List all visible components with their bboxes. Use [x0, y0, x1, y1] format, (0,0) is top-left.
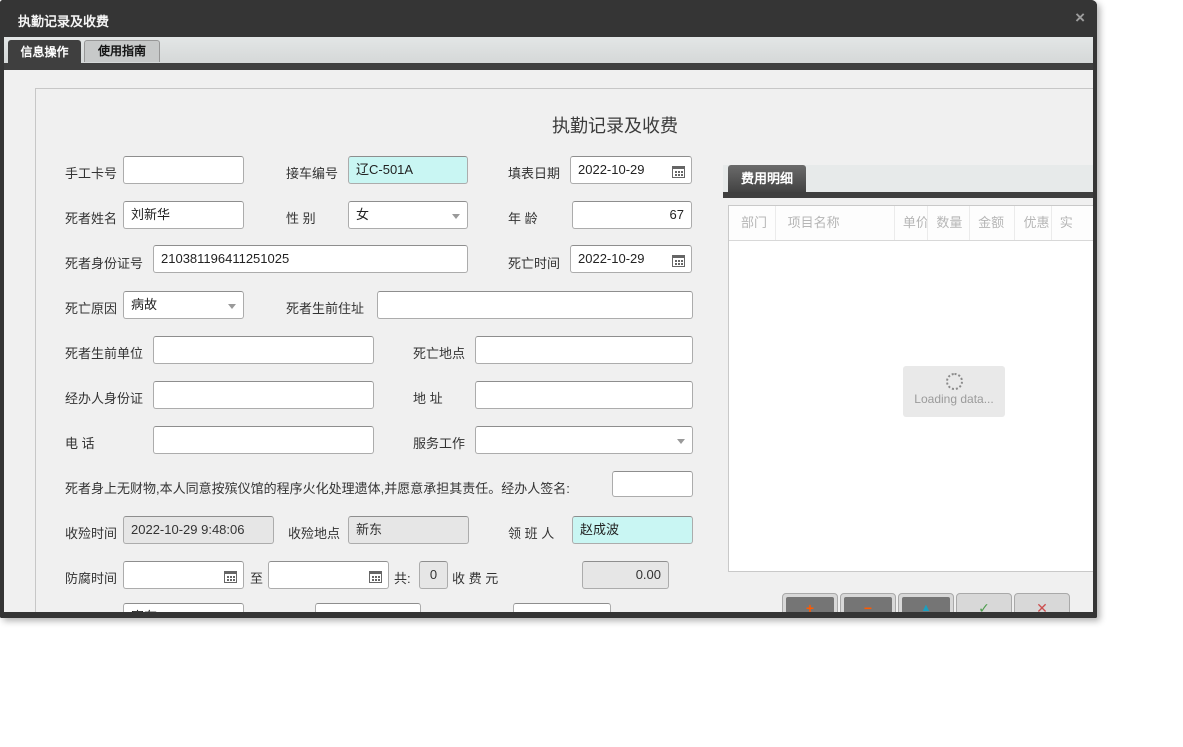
tab-user-guide[interactable]: 使用指南 [84, 40, 160, 62]
fee-tab-underline-bar [723, 192, 1093, 198]
fee-col-unit-price: 单价 [895, 206, 929, 240]
tab-underline-bar [4, 63, 1093, 70]
embalm-from-input[interactable] [123, 561, 244, 589]
id-number-input[interactable]: 210381196411251025 [153, 245, 468, 273]
pickup-no-label: 接车编号 [286, 166, 339, 181]
deceased-name-input[interactable]: 刘新华 [123, 201, 244, 229]
calendar-icon[interactable] [368, 567, 385, 584]
collect-place-input: 新东 [348, 516, 469, 544]
pickup-no-input[interactable]: 辽C-501A [348, 156, 468, 184]
death-cause-value: 病故 [131, 297, 158, 312]
gender-label: 性 别 [286, 211, 316, 226]
id-number-label: 死者身份证号 [65, 256, 144, 271]
agent-id-input[interactable] [153, 381, 374, 409]
loading-spinner-icon [945, 373, 963, 390]
window-left-edge [0, 0, 4, 618]
home-address-input[interactable] [377, 291, 693, 319]
loading-text: Loading data... [914, 392, 994, 406]
form-title: 执勤记录及收费 [552, 116, 678, 136]
fee-table-header: 部门 项目名称 单价 数量 金额 优惠 实 [729, 206, 1097, 241]
address-label: 地 址 [413, 391, 443, 406]
age-input[interactable]: 67 [572, 201, 692, 229]
window-titlebar[interactable]: 执勤记录及收费 × [0, 0, 1097, 37]
agreement-text: 死者身上无财物,本人同意按殡仪馆的程序火化处理遗体,并愿意承担其责任。经办人签名… [65, 481, 570, 496]
tab-info-operation[interactable]: 信息操作 [8, 40, 81, 70]
phone-label: 电 话 [65, 436, 95, 451]
deceased-name-label: 死者姓名 [65, 211, 118, 226]
calendar-icon[interactable] [223, 567, 240, 584]
tab-strip [4, 37, 1093, 63]
window-right-edge [1093, 0, 1097, 618]
embalm-total-input: 0 [419, 561, 448, 589]
fill-date-value: 2022-10-29 [578, 162, 645, 177]
death-cause-select[interactable]: 病故 [123, 291, 244, 319]
embalm-time-label: 防腐时间 [65, 571, 118, 586]
home-address-label: 死者生前住址 [286, 301, 365, 316]
gender-value: 女 [356, 207, 370, 222]
collect-time-label: 收殓时间 [65, 526, 118, 541]
tab-fee-detail[interactable]: 费用明细 [728, 165, 807, 193]
death-time-input[interactable]: 2022-10-29 [570, 245, 692, 273]
collect-place-label: 收殓地点 [288, 526, 341, 541]
window-bottom-edge [0, 612, 1097, 618]
embalm-fee-input: 0.00 [582, 561, 669, 589]
phone-input[interactable] [153, 426, 374, 454]
dialog-window: 信息操作 使用指南 执勤记录及收费 手工卡号 接车编号 辽C-501A 填表日期… [0, 0, 1097, 618]
fee-col-actual: 实 [1052, 206, 1097, 240]
chevron-down-icon [677, 439, 685, 444]
agent-signature-input[interactable] [612, 471, 693, 497]
embalm-fee-label: 收 费 元 [452, 571, 499, 586]
fee-col-quantity: 数量 [928, 206, 971, 240]
work-unit-input[interactable] [153, 336, 374, 364]
fee-col-department: 部门 [729, 206, 776, 240]
death-place-label: 死亡地点 [413, 346, 466, 361]
collect-time-input: 2022-10-29 9:48:06 [123, 516, 274, 544]
embalm-total-label: 共: [394, 571, 411, 586]
foreman-label: 领 班 人 [508, 526, 555, 541]
fill-date-label: 填表日期 [508, 166, 561, 181]
fee-col-discount: 优惠 [1015, 206, 1052, 240]
close-icon[interactable]: × [1075, 8, 1085, 28]
window-title: 执勤记录及收费 [18, 14, 110, 29]
embalm-to-input[interactable] [268, 561, 389, 589]
death-time-value: 2022-10-29 [578, 251, 645, 266]
foreman-input[interactable]: 赵成波 [572, 516, 693, 544]
chevron-down-icon [228, 304, 236, 309]
manual-card-label: 手工卡号 [65, 166, 118, 181]
calendar-icon[interactable] [671, 251, 688, 268]
fee-col-amount: 金额 [970, 206, 1016, 240]
fee-col-item-name: 项目名称 [776, 206, 895, 240]
embalm-to-label: 至 [250, 571, 264, 586]
loading-indicator: Loading data... [903, 366, 1005, 417]
agent-id-label: 经办人身份证 [65, 391, 144, 406]
chevron-down-icon [452, 214, 460, 219]
service-label: 服务工作 [413, 436, 466, 451]
gender-select[interactable]: 女 [348, 201, 468, 229]
age-label: 年 龄 [508, 211, 538, 226]
calendar-icon[interactable] [671, 162, 688, 179]
fill-date-input[interactable]: 2022-10-29 [570, 156, 692, 184]
address-input[interactable] [475, 381, 693, 409]
work-unit-label: 死者生前单位 [65, 346, 144, 361]
service-select[interactable] [475, 426, 693, 454]
death-cause-label: 死亡原因 [65, 301, 118, 316]
death-place-input[interactable] [475, 336, 693, 364]
manual-card-input[interactable] [123, 156, 244, 184]
death-time-label: 死亡时间 [508, 256, 561, 271]
